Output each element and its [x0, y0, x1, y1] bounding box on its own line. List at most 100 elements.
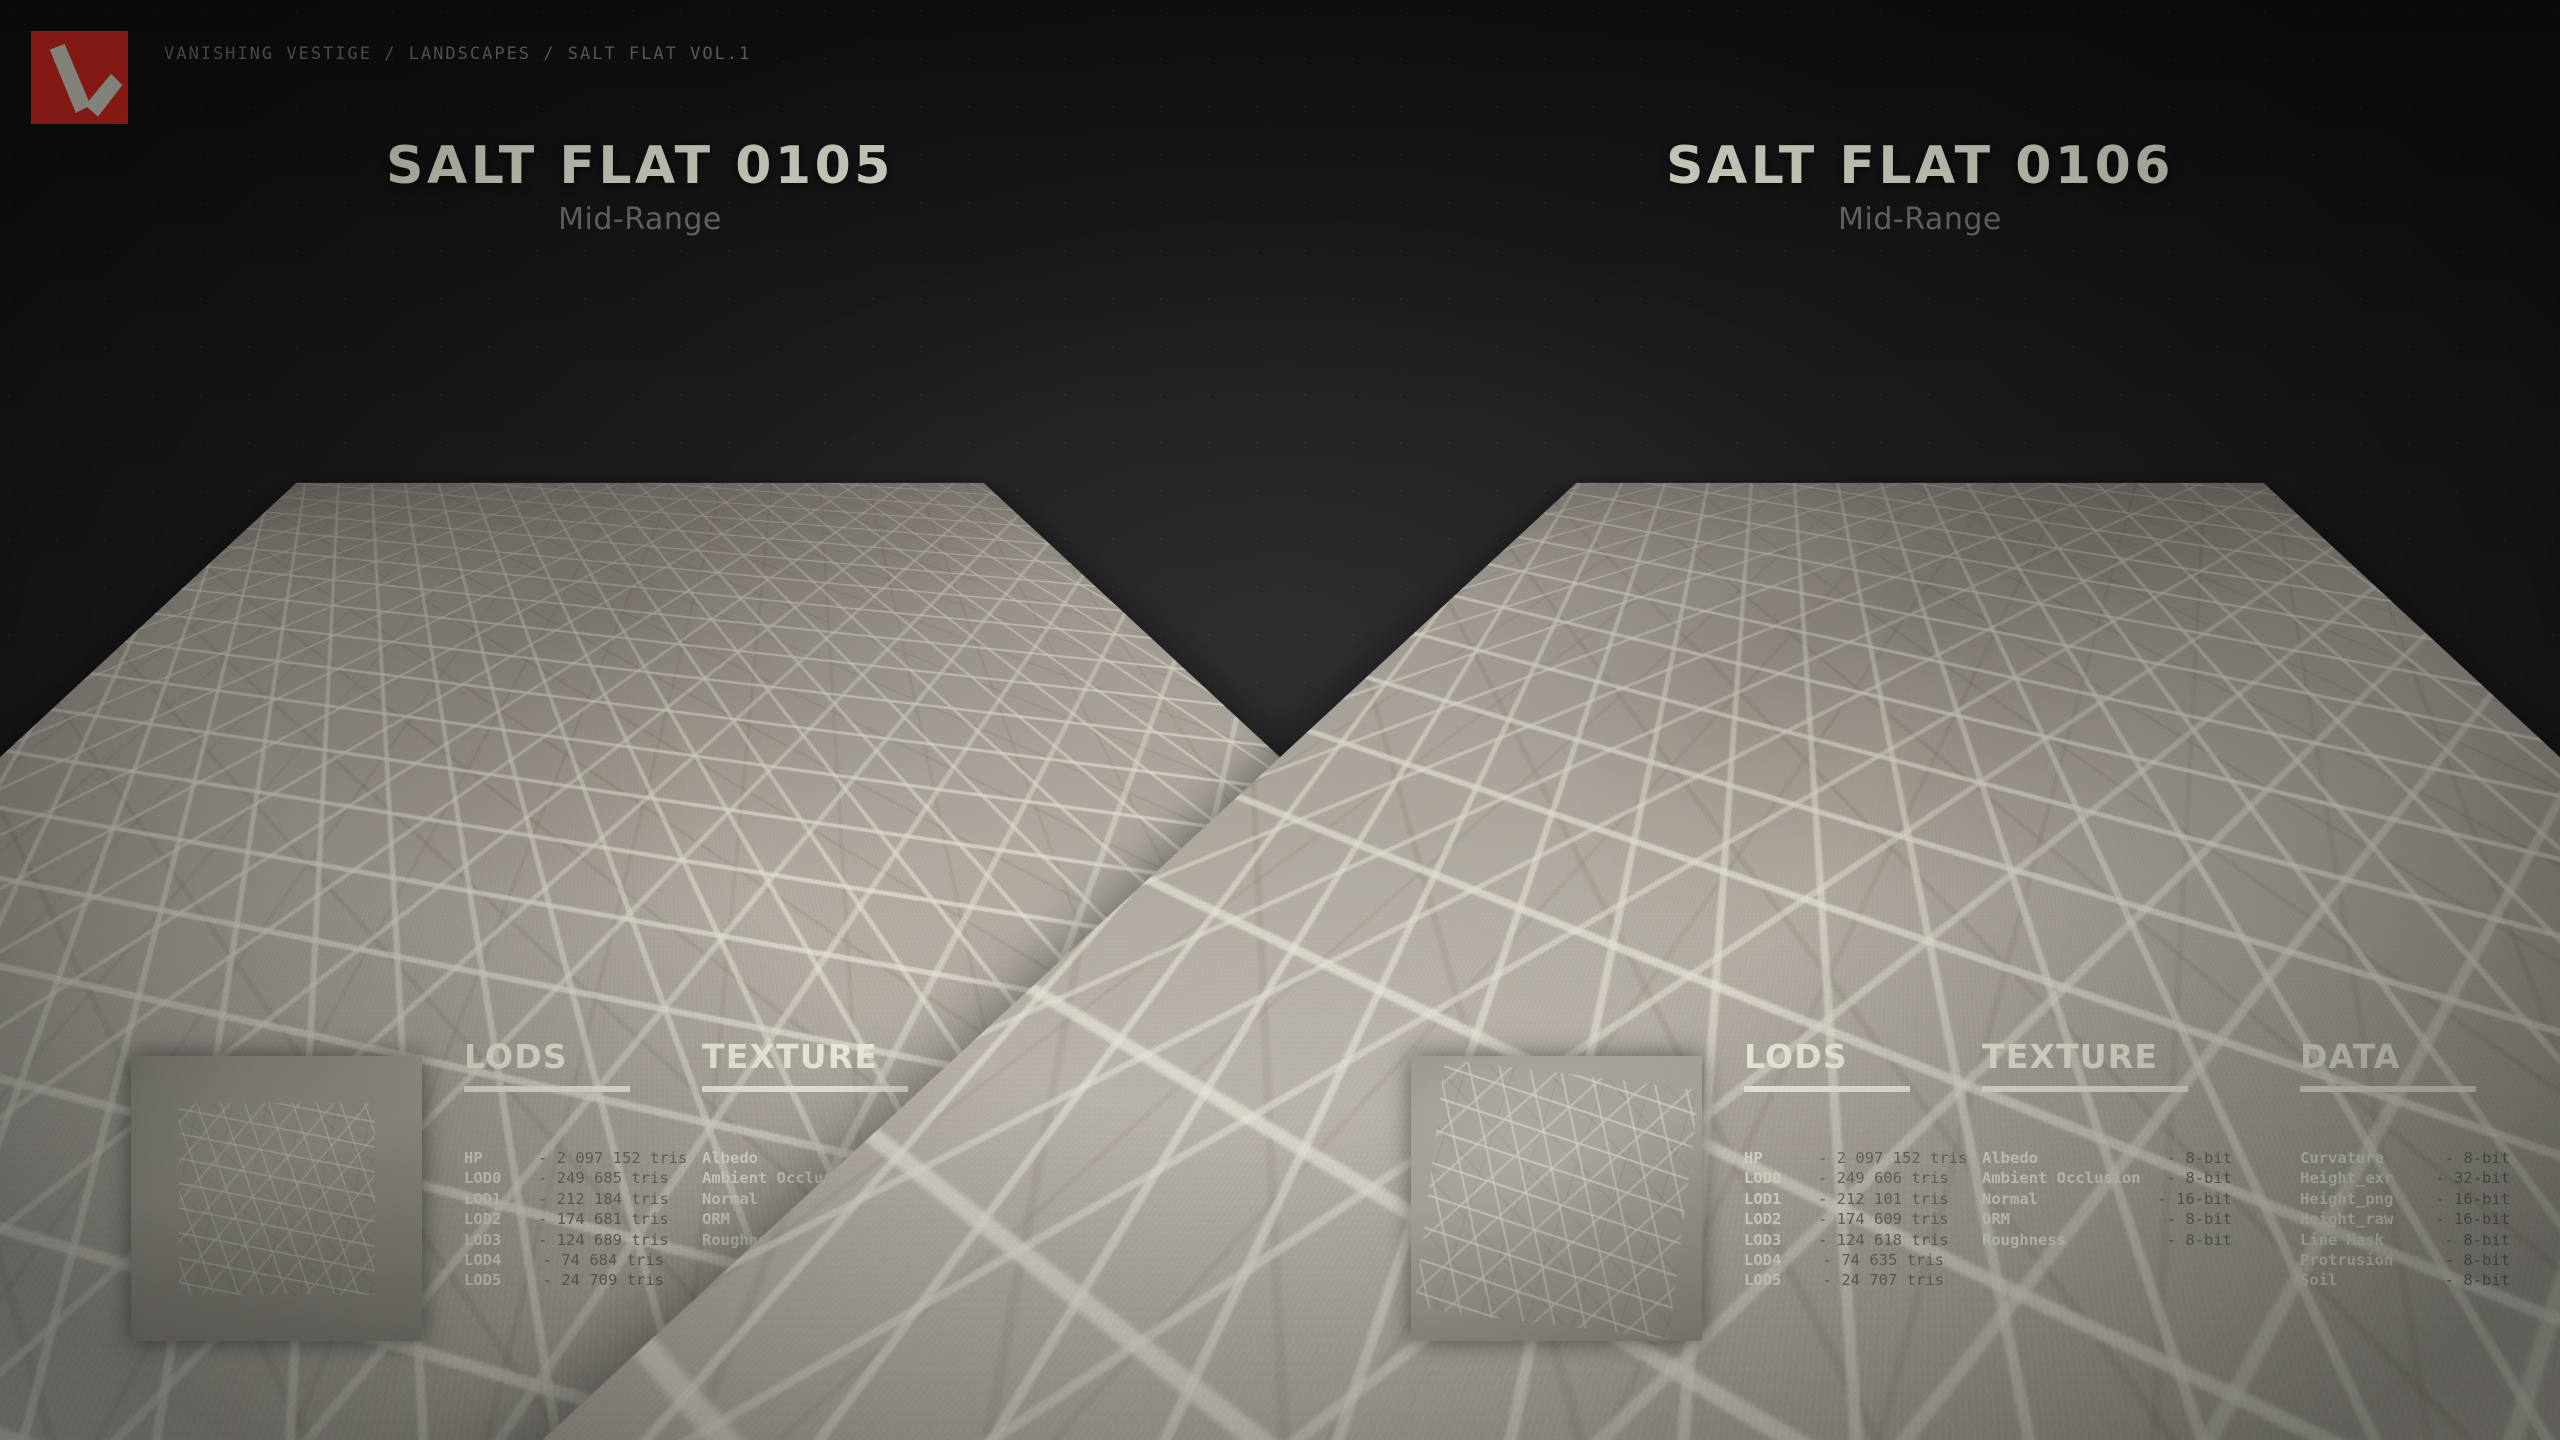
list-item: LOD3 - 124 618 tris [1744, 1230, 1949, 1250]
swatch-shade-layer [131, 1056, 422, 1341]
spec-key: LOD4 [464, 1251, 502, 1270]
spec-value: - 212 184 tris [538, 1189, 669, 1208]
spec-key: LOD0 [1744, 1169, 1782, 1188]
texture-swatch-thumbnail[interactable] [131, 1056, 422, 1341]
spec-key: Soil [2300, 1271, 2338, 1290]
spec-key: LOD3 [1744, 1230, 1782, 1249]
list-item: ORM - 8-bit [1982, 1209, 2232, 1229]
list-item: LOD2 - 174 681 tris [464, 1209, 669, 1229]
spec-value: - 8-bit [2444, 1251, 2510, 1270]
spec-columns: LODS HP - 2 097 152 tris LOD0 - 249 606 tr… [1744, 1040, 2544, 1350]
list-item: LOD0 - 249 606 tris [1744, 1168, 1949, 1188]
list-item: LOD4 - 74 635 tris [1744, 1250, 1944, 1270]
asset-subtitle: Mid-Range [558, 202, 722, 237]
spec-heading-lods: LODS [1744, 1037, 1848, 1076]
spec-value: - 8-bit [2444, 1230, 2510, 1249]
spec-key: Albedo [1982, 1149, 2038, 1167]
spec-value: - 24 707 tris [1822, 1271, 1944, 1290]
spec-value: - 16-bit [2435, 1189, 2510, 1208]
list-item: LOD4 - 74 684 tris [464, 1250, 664, 1270]
list-item: Soil - 8-bit [2300, 1270, 2510, 1290]
list-item: Protrusion - 8-bit [2300, 1250, 2510, 1270]
spec-key: LOD0 [464, 1169, 502, 1188]
texture-swatch-thumbnail[interactable] [1411, 1056, 1702, 1341]
spec-value: - 212 101 tris [1818, 1189, 1949, 1208]
spec-column-lods: LODS HP - 2 097 152 tris LOD0 - 249 606 tr… [1744, 1037, 1967, 1291]
list-item: HP - 2 097 152 tris [1744, 1148, 1967, 1168]
spec-key: ORM [1982, 1210, 2010, 1229]
spec-value: - 249 606 tris [1818, 1169, 1949, 1188]
spec-key: Height_raw [2300, 1210, 2394, 1229]
spec-column-data: DATA Curvature - 8-bit Height_exr - 32-bit… [2300, 1040, 2510, 1291]
spec-key: Line Mask [2300, 1230, 2384, 1249]
list-item: Height_exr - 32-bit [2300, 1168, 2510, 1188]
render-viewport[interactable] [0, 380, 2560, 1440]
spec-value: - 8-bit [2166, 1169, 2232, 1188]
swatch-shade-layer [1411, 1056, 1702, 1341]
spec-key: LOD2 [464, 1210, 502, 1229]
spec-value: - 2 097 152 tris [1818, 1149, 1968, 1167]
lods-list: HP - 2 097 152 tris LOD0 - 249 606 tris LO… [1744, 1148, 1967, 1291]
list-item: HP - 2 097 152 tris [464, 1148, 687, 1168]
spec-key: Height_exr [2300, 1169, 2394, 1188]
list-item: LOD3 - 124 689 tris [464, 1230, 669, 1250]
spec-heading-texture: TEXTURE [702, 1037, 879, 1076]
spec-key: Normal [1982, 1189, 2038, 1208]
spec-key: ORM [702, 1210, 730, 1229]
render-viewport[interactable] [0, 380, 2560, 1440]
spec-value: - 8-bit [2166, 1210, 2232, 1229]
list-item: Height_raw - 16-bit [2300, 1209, 2510, 1229]
page-title: SALT FLAT 0106 [1666, 136, 2174, 196]
spec-value: - 74 684 tris [542, 1251, 664, 1270]
spec-key: Protrusion [2300, 1251, 2394, 1270]
spec-heading-lods: LODS [464, 1037, 568, 1076]
list-item: LOD5 - 24 709 tris [464, 1270, 664, 1290]
asset-panel-0106: SALT FLAT 0106 Mid-Range LODS HP - 2 097… [0, 0, 2560, 1440]
lods-list: HP - 2 097 152 tris LOD0 - 249 685 tris LO… [464, 1148, 687, 1291]
spec-key: HP [464, 1149, 483, 1167]
spec-value: - 2 097 152 tris [538, 1149, 688, 1167]
data-list: Curvature - 8-bit Height_exr - 32-bit Heig… [2300, 1148, 2510, 1291]
spec-key: LOD1 [464, 1189, 502, 1208]
spec-value: - 16-bit [2435, 1210, 2510, 1229]
spec-value: - 32-bit [2435, 1169, 2510, 1188]
list-item: LOD0 - 249 685 tris [464, 1168, 669, 1188]
spec-heading-rule [464, 1086, 630, 1092]
spec-key: Albedo [702, 1149, 758, 1167]
spec-column-texture: TEXTURE Albedo- 8-bit Ambient Occlusion-… [1982, 1040, 2232, 1250]
spec-heading-rule [1982, 1086, 2188, 1092]
list-item: Roughness - 8-bit [1982, 1230, 2232, 1250]
list-item: LOD5 - 24 707 tris [1744, 1270, 1944, 1290]
spec-heading-data: DATA [2300, 1037, 2401, 1076]
spec-heading-texture: TEXTURE [1982, 1037, 2159, 1076]
list-item: Height_png - 16-bit [2300, 1189, 2510, 1209]
list-item: LOD1 - 212 184 tris [464, 1189, 669, 1209]
spec-value: - 8-bit [2444, 1149, 2510, 1167]
spec-value: - 8-bit [2166, 1149, 2232, 1167]
asset-title-block: SALT FLAT 0106 Mid-Range [1280, 140, 2560, 237]
spec-value: - 124 618 tris [1818, 1230, 1949, 1249]
texture-list: Albedo - 8-bit Ambient Occlusion - 8-bit N… [1982, 1148, 2232, 1250]
spec-value: - 24 709 tris [542, 1271, 664, 1290]
spec-key: LOD3 [464, 1230, 502, 1249]
spec-value: - 8-bit [2444, 1271, 2510, 1290]
list-item: Line Mask - 8-bit [2300, 1230, 2510, 1250]
page-title: SALT FLAT 0105 [386, 136, 894, 196]
spec-value: - 8-bit [2166, 1230, 2232, 1249]
asset-title-block: SALT FLAT 0105 Mid-Range [0, 140, 1280, 237]
spec-key: Normal [702, 1189, 758, 1208]
spec-heading-rule [702, 1086, 908, 1092]
spec-value: - 249 685 tris [538, 1169, 669, 1188]
presentation-sheet: VANISHING VESTIGE / LANDSCAPES / SALT FL… [0, 0, 2560, 1440]
list-item: LOD1 - 212 101 tris [1744, 1189, 1949, 1209]
spec-key: LOD1 [1744, 1189, 1782, 1208]
list-item: LOD2 - 174 609 tris [1744, 1209, 1949, 1229]
spec-key: LOD4 [1744, 1251, 1782, 1270]
spec-value: - 16-bit [2157, 1189, 2232, 1208]
spec-column-lods: LODS HP - 2 097 152 tris LOD0 - 249 685 tr… [464, 1037, 687, 1291]
asset-subtitle: Mid-Range [1838, 202, 2002, 237]
spec-value: - 124 689 tris [538, 1230, 669, 1249]
spec-key: LOD5 [1744, 1271, 1782, 1290]
list-item: Normal - 16-bit [1982, 1189, 2232, 1209]
spec-key: Ambient Occlusion [1982, 1169, 2141, 1188]
